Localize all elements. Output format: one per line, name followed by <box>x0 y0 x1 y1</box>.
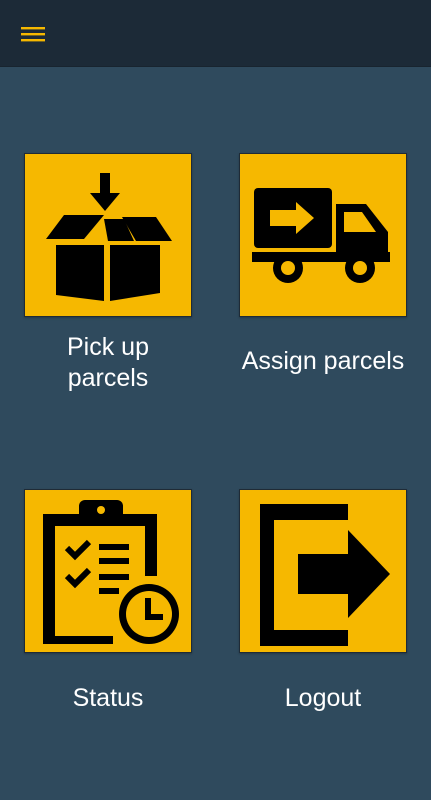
menu-button[interactable] <box>14 20 52 48</box>
app-bar <box>0 0 431 67</box>
assign-parcels-label: Assign parcels <box>241 347 405 375</box>
logout-label: Logout <box>284 684 362 712</box>
logout-arrow-icon <box>260 504 390 646</box>
status-tile[interactable]: Status <box>13 489 203 714</box>
pick-up-parcels-tile[interactable]: Pick up parcels <box>13 153 203 394</box>
box-pickup-icon <box>46 173 172 301</box>
clipboard-clock-icon <box>43 500 179 644</box>
delivery-truck-icon <box>252 188 390 283</box>
pick-up-parcels-button[interactable] <box>24 153 192 317</box>
hamburger-menu-icon <box>21 27 45 42</box>
dashboard-grid: Pick up parcels Assign parcels Status Lo… <box>0 68 431 800</box>
logout-button[interactable] <box>239 489 407 653</box>
assign-parcels-tile[interactable]: Assign parcels <box>228 153 418 377</box>
assign-parcels-button[interactable] <box>239 153 407 317</box>
status-button[interactable] <box>24 489 192 653</box>
logout-tile[interactable]: Logout <box>228 489 418 714</box>
status-label: Status <box>72 684 144 712</box>
pick-up-parcels-label: Pick up parcels <box>67 333 149 392</box>
